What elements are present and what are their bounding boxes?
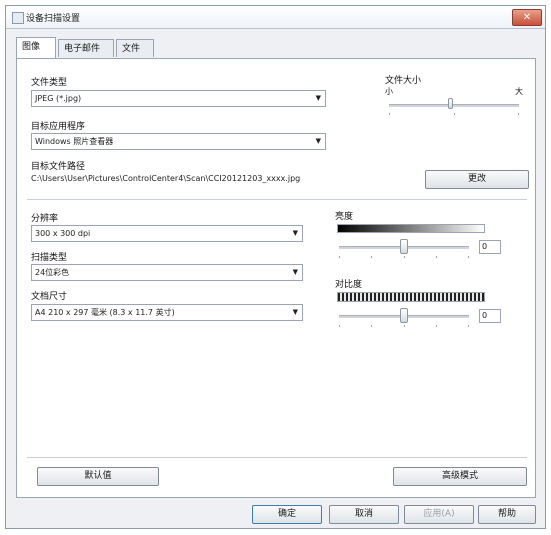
tick-mark <box>371 325 372 327</box>
brightness-label: 亮度 <box>335 212 354 222</box>
file-type-select[interactable]: JPEG (*.jpg) ▼ <box>31 90 326 107</box>
tick-mark <box>389 113 390 115</box>
help-button[interactable]: 帮助 <box>478 505 536 524</box>
brightness-input[interactable]: 0 <box>479 240 501 254</box>
file-size-min-label: 小 <box>385 87 393 96</box>
tick-mark <box>339 256 340 258</box>
tick-mark <box>339 325 340 327</box>
file-size-label: 文件大小 <box>385 76 422 86</box>
doc-size-select[interactable]: A4 210 x 297 毫米 (8.3 x 11.7 英寸) ▼ <box>31 304 303 321</box>
tick-mark <box>404 256 405 258</box>
target-path-value: C:\Users\User\Pictures\ControlCenter4\Sc… <box>31 174 301 183</box>
tick-mark <box>404 325 405 327</box>
target-app-select[interactable]: Windows 照片查看器 ▼ <box>31 133 326 150</box>
doc-size-label: 文档尺寸 <box>31 292 68 302</box>
title-bar: 设备扫描设置 ✕ <box>6 6 545 29</box>
resolution-select[interactable]: 300 x 300 dpi ▼ <box>31 225 303 242</box>
apply-button[interactable]: 应用(A) <box>404 505 474 524</box>
scan-type-select[interactable]: 24位彩色 ▼ <box>31 264 303 281</box>
target-app-label: 目标应用程序 <box>31 122 86 132</box>
advanced-mode-button[interactable]: 高级模式 <box>393 467 527 486</box>
close-button[interactable]: ✕ <box>512 9 542 26</box>
change-path-button[interactable]: 更改 <box>425 170 529 189</box>
scan-type-label: 扫描类型 <box>31 253 68 263</box>
doc-size-value: A4 210 x 297 毫米 (8.3 x 11.7 英寸) <box>35 308 175 317</box>
image-tab-panel: 文件类型 JPEG (*.jpg) ▼ 文件大小 小 大 目标应用程序 Wind… <box>16 58 536 498</box>
tick-mark <box>518 113 519 115</box>
contrast-pattern <box>337 292 485 302</box>
tick-mark <box>454 113 455 115</box>
chevron-down-icon: ▼ <box>292 308 298 316</box>
file-size-max-label: 大 <box>515 87 523 96</box>
tab-email[interactable]: 电子邮件 <box>58 39 114 57</box>
file-type-value: JPEG (*.jpg) <box>35 94 82 103</box>
chevron-down-icon: ▼ <box>315 94 321 102</box>
target-app-value: Windows 照片查看器 <box>35 137 114 146</box>
default-button[interactable]: 默认值 <box>37 467 159 486</box>
chevron-down-icon: ▼ <box>315 137 321 145</box>
scan-type-value: 24位彩色 <box>35 268 70 277</box>
resolution-label: 分辨率 <box>31 214 59 224</box>
cancel-button[interactable]: 取消 <box>329 505 399 524</box>
brightness-slider-thumb[interactable] <box>400 239 408 254</box>
tab-file[interactable]: 文件 <box>116 39 154 57</box>
divider <box>27 457 527 458</box>
tick-mark <box>468 256 469 258</box>
chevron-down-icon: ▼ <box>292 268 298 276</box>
tick-mark <box>436 256 437 258</box>
contrast-input[interactable]: 0 <box>479 309 501 323</box>
window-title: 设备扫描设置 <box>26 14 81 24</box>
file-type-label: 文件类型 <box>31 78 68 88</box>
tick-mark <box>371 256 372 258</box>
tick-mark <box>436 325 437 327</box>
tick-mark <box>468 325 469 327</box>
app-icon <box>12 12 24 24</box>
contrast-label: 对比度 <box>335 280 363 290</box>
divider <box>27 199 527 200</box>
tab-image[interactable]: 图像 <box>16 37 56 58</box>
scan-settings-dialog: 设备扫描设置 ✕ 图像 电子邮件 文件 文件类型 JPEG (*.jpg) ▼ … <box>5 5 546 529</box>
file-size-slider-track[interactable] <box>389 104 519 107</box>
brightness-gradient <box>337 224 485 233</box>
chevron-down-icon: ▼ <box>292 229 298 237</box>
target-path-label: 目标文件路径 <box>31 162 86 172</box>
ok-button[interactable]: 确定 <box>252 505 322 524</box>
resolution-value: 300 x 300 dpi <box>35 229 91 238</box>
file-size-slider-thumb[interactable] <box>448 98 453 109</box>
contrast-slider-thumb[interactable] <box>400 308 408 323</box>
